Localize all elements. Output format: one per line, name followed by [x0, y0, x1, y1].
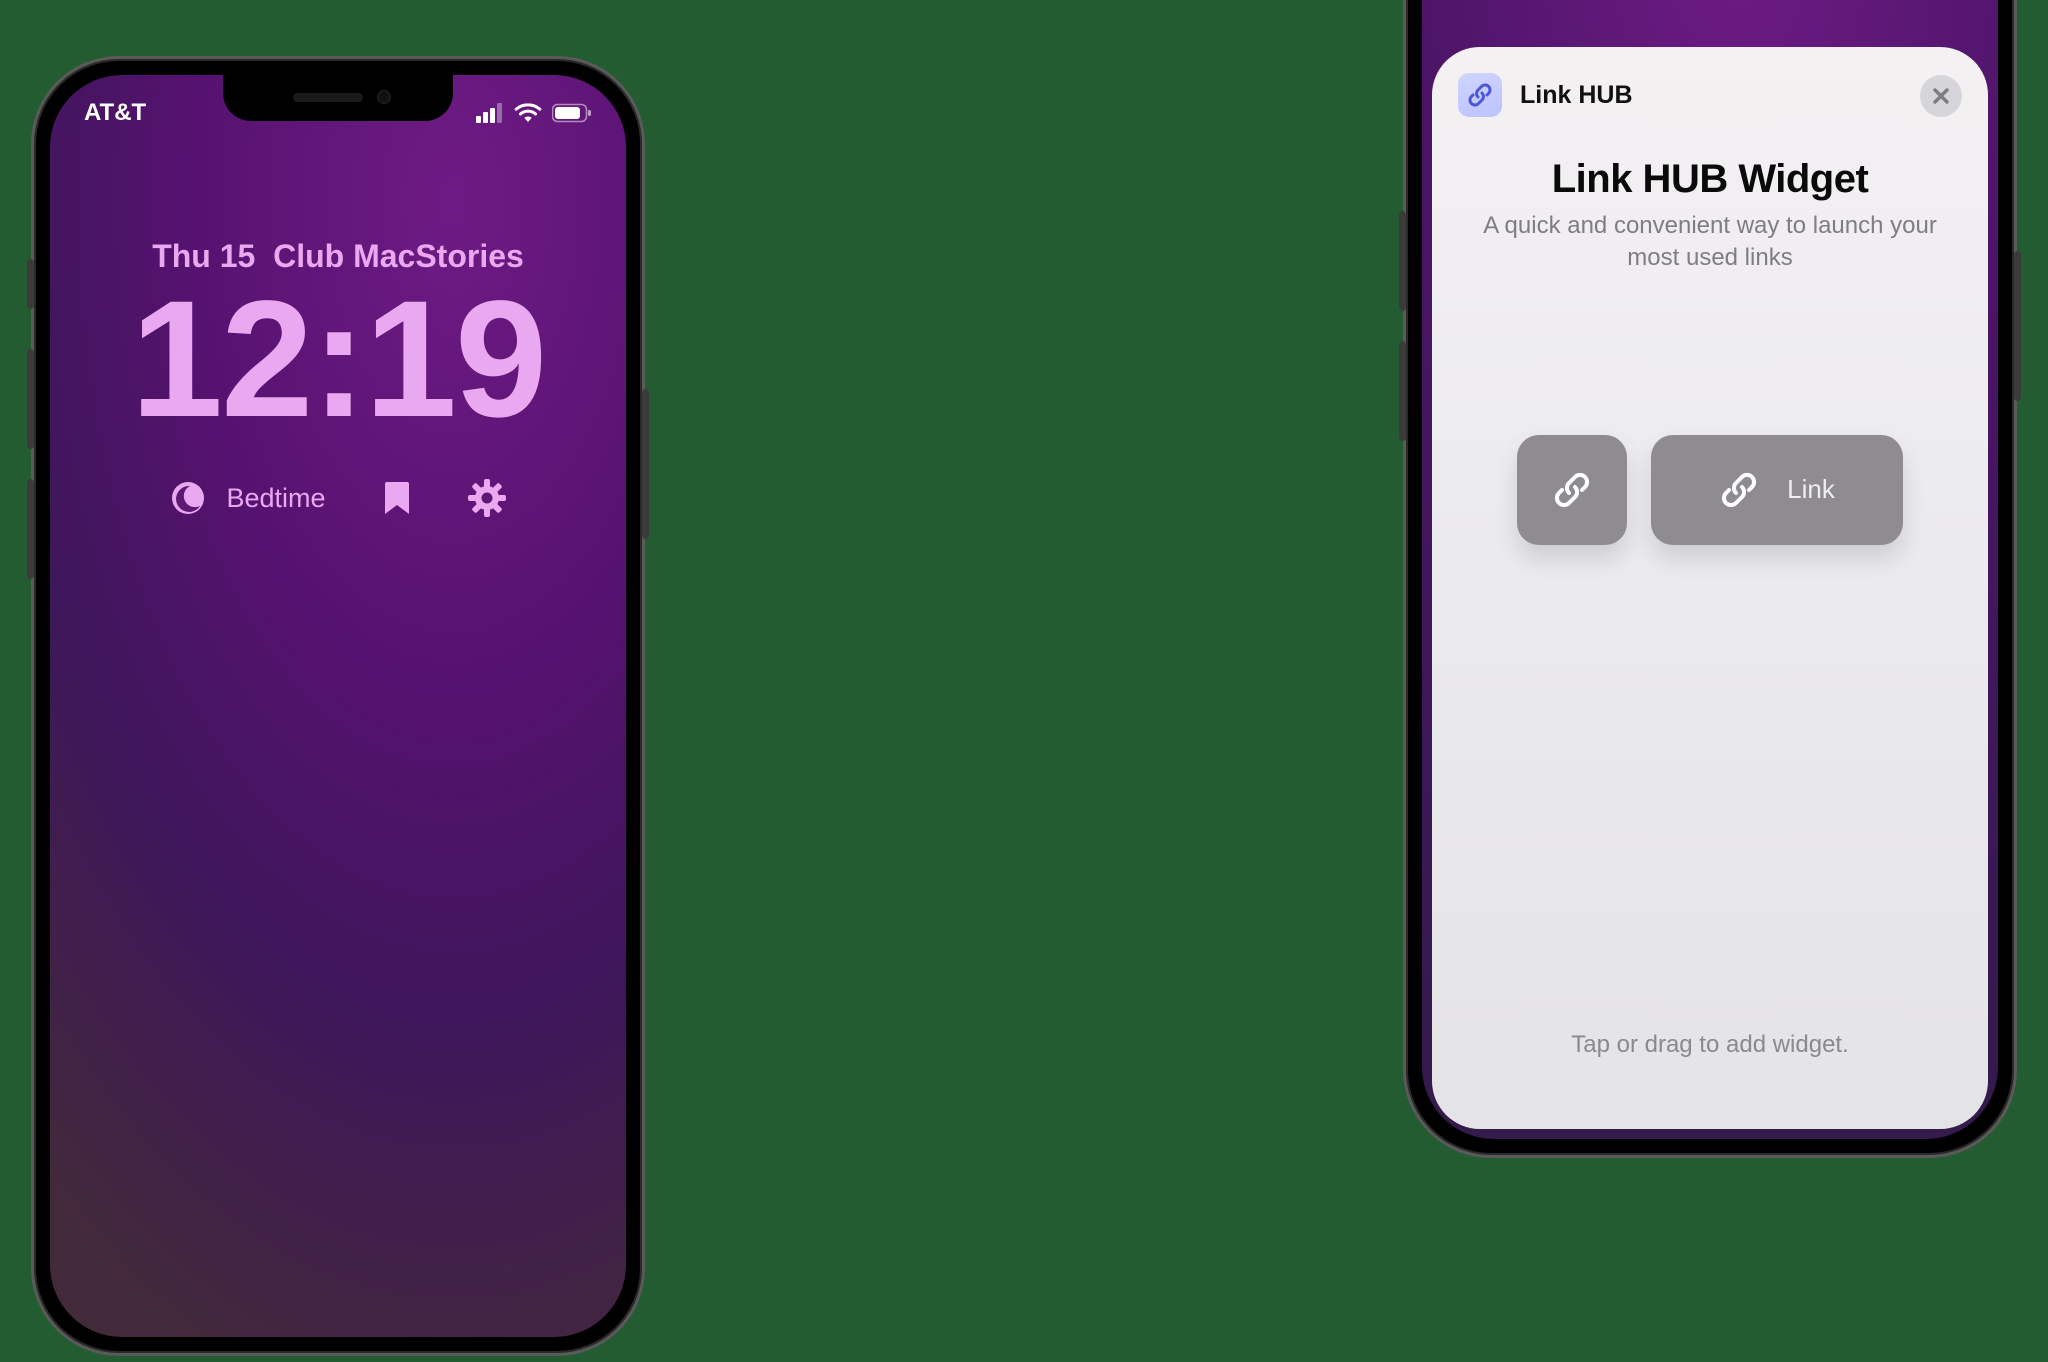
bookmark-icon: [384, 480, 410, 516]
phone-right: Link HUB Link HUB Widget A quick and con…: [1403, 0, 2017, 1158]
sheet-footer: Tap or drag to add widget.: [1458, 1031, 1962, 1089]
link-icon: [1719, 470, 1759, 510]
power-button: [2014, 251, 2021, 401]
bookmark-widget[interactable]: [384, 480, 410, 516]
status-bar: AT&T: [50, 91, 626, 135]
moon-icon: [170, 480, 206, 516]
widget-small[interactable]: [1517, 435, 1627, 545]
volume-up-button: [1399, 211, 1406, 311]
settings-widget[interactable]: [468, 479, 506, 517]
sheet-header: Link HUB: [1458, 73, 1962, 117]
carrier-label: AT&T: [84, 99, 146, 127]
volume-up-button: [27, 349, 34, 449]
widget-large-label: Link: [1787, 474, 1835, 505]
bedtime-widget[interactable]: Bedtime: [170, 480, 325, 516]
lockscreen-time: 12:19: [50, 265, 626, 455]
lockscreen-widget-row: Bedtime: [50, 479, 626, 517]
volume-down-button: [1399, 341, 1406, 441]
lock-screen: AT&T: [50, 75, 626, 1337]
close-button[interactable]: [1920, 75, 1962, 117]
power-button: [642, 389, 649, 539]
app-name: Link HUB: [1520, 81, 1633, 110]
cellular-icon: [476, 103, 504, 123]
link-icon: [1552, 470, 1592, 510]
volume-down-button: [27, 479, 34, 579]
close-icon: [1932, 87, 1950, 105]
widget-large[interactable]: Link: [1651, 435, 1903, 545]
widget-preview-row: Link: [1458, 435, 1962, 545]
battery-icon: [552, 103, 592, 123]
sheet-description: A quick and convenient way to launch you…: [1458, 210, 1962, 275]
widget-picker-sheet: Link HUB Link HUB Widget A quick and con…: [1432, 47, 1988, 1129]
bedtime-label: Bedtime: [226, 483, 325, 514]
sheet-title: Link HUB Widget: [1458, 157, 1962, 202]
gear-icon: [468, 479, 506, 517]
widget-picker-screen: Link HUB Link HUB Widget A quick and con…: [1422, 0, 1998, 1139]
app-icon: [1458, 73, 1502, 117]
mute-switch: [27, 259, 34, 309]
phone-left: AT&T: [31, 56, 645, 1356]
wifi-icon: [514, 103, 542, 123]
link-icon: [1467, 82, 1493, 108]
